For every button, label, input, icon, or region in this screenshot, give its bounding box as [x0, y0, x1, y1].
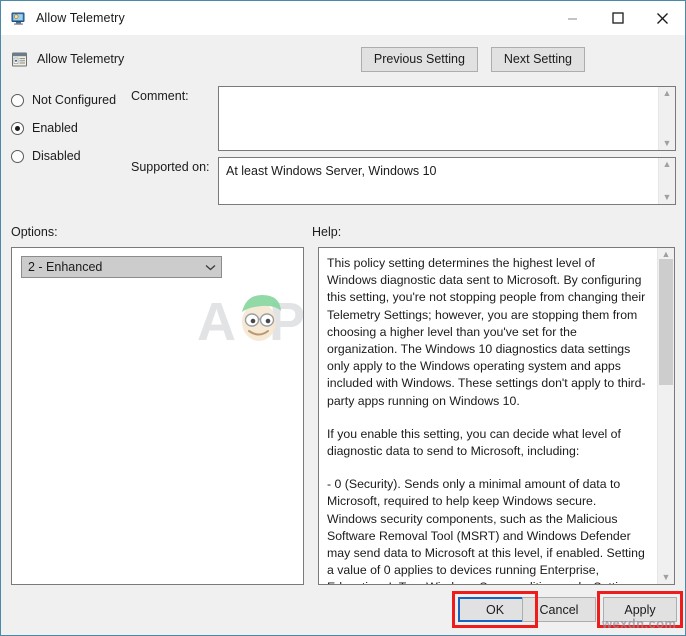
window-controls — [550, 1, 685, 35]
radio-not-configured-label: Not Configured — [32, 93, 117, 107]
maximize-button[interactable] — [595, 1, 640, 35]
scroll-down-icon[interactable]: ▼ — [663, 193, 672, 202]
radio-disabled[interactable]: Disabled — [11, 142, 131, 170]
help-scroll-track[interactable] — [658, 259, 674, 573]
scroll-down-icon[interactable]: ▼ — [663, 139, 672, 148]
options-label: Options: — [11, 225, 58, 239]
scroll-up-icon[interactable]: ▲ — [663, 160, 672, 169]
comment-scroll-track[interactable] — [659, 98, 675, 139]
comment-scrollbar[interactable]: ▲ ▼ — [658, 87, 675, 150]
window-title: Allow Telemetry — [36, 11, 125, 25]
scroll-up-icon[interactable]: ▲ — [663, 89, 672, 98]
radio-disabled-label: Disabled — [32, 149, 81, 163]
options-pane: 2 - Enhanced — [11, 247, 304, 585]
help-paragraph-2: If you enable this setting, you can deci… — [327, 426, 621, 459]
help-text-content: This policy setting determines the highe… — [319, 248, 657, 584]
scroll-up-icon[interactable]: ▲ — [662, 250, 671, 259]
options-help-panes: 2 - Enhanced This policy setting determi… — [1, 247, 685, 585]
policy-state-form: Not Configured Enabled Disabled Comment:… — [1, 83, 685, 221]
apply-button[interactable]: Apply — [603, 597, 677, 622]
pane-labels: Options: Help: — [1, 221, 685, 247]
previous-setting-button[interactable]: Previous Setting — [360, 46, 478, 72]
computer-monitor-icon — [10, 10, 27, 27]
comment-textarea[interactable]: ▲ ▼ — [218, 86, 676, 151]
comment-value[interactable] — [219, 87, 658, 150]
help-pane: This policy setting determines the highe… — [318, 247, 675, 585]
policy-title: Allow Telemetry — [37, 52, 125, 66]
supported-on-value: At least Windows Server, Windows 10 — [226, 164, 437, 178]
radio-enabled[interactable]: Enabled — [11, 114, 131, 142]
policy-header-bar: Allow Telemetry Previous Setting Next Se… — [1, 35, 685, 83]
cancel-button[interactable]: Cancel — [522, 597, 596, 622]
title-bar: Allow Telemetry — [1, 1, 685, 35]
close-button[interactable] — [640, 1, 685, 35]
telemetry-level-value: 2 - Enhanced — [28, 260, 103, 274]
comment-label: Comment: — [131, 89, 189, 103]
radio-enabled-mark — [11, 121, 24, 135]
next-setting-button[interactable]: Next Setting — [490, 46, 585, 72]
telemetry-level-select[interactable]: 2 - Enhanced — [21, 256, 222, 278]
chevron-down-icon[interactable] — [199, 264, 221, 271]
dialog-footer: OK Cancel Apply — [1, 585, 685, 635]
policy-setting-icon — [11, 51, 28, 68]
radio-disabled-mark — [11, 149, 24, 163]
allow-telemetry-dialog: Allow Telemetry Allow Telemetry Previous… — [0, 0, 686, 636]
supported-on-label: Supported on: — [131, 160, 210, 174]
setting-nav-buttons: Previous Setting Next Setting — [360, 46, 585, 72]
radio-not-configured-mark — [11, 93, 24, 107]
radio-enabled-label: Enabled — [32, 121, 78, 135]
policy-state-radio-group: Not Configured Enabled Disabled — [11, 86, 131, 170]
help-paragraph-3: - 0 (Security). Sends only a minimal amo… — [327, 477, 645, 584]
ok-button[interactable]: OK — [458, 597, 532, 622]
supported-on-textbox: At least Windows Server, Windows 10 ▲ ▼ — [218, 157, 676, 205]
help-scroll-thumb[interactable] — [659, 259, 673, 385]
scroll-down-icon[interactable]: ▼ — [662, 573, 671, 582]
radio-not-configured[interactable]: Not Configured — [11, 86, 131, 114]
minimize-button[interactable] — [550, 1, 595, 35]
help-paragraph-1: This policy setting determines the highe… — [327, 256, 646, 408]
help-label: Help: — [312, 225, 342, 239]
supported-scroll-track[interactable] — [659, 169, 675, 193]
help-scrollbar[interactable]: ▲ ▼ — [657, 248, 674, 584]
supported-on-scrollbar[interactable]: ▲ ▼ — [658, 158, 675, 204]
